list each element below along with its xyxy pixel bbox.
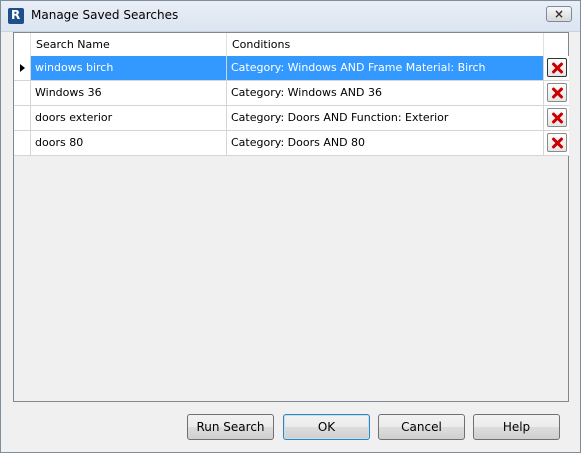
column-header-conditions[interactable]: Conditions	[227, 33, 544, 56]
delete-x-icon	[551, 137, 563, 149]
conditions-cell[interactable]: Category: Doors AND Function: Exterior	[227, 106, 544, 130]
help-button[interactable]: Help	[473, 414, 560, 440]
cancel-button[interactable]: Cancel	[378, 414, 465, 440]
delete-x-icon	[551, 87, 563, 99]
title-bar: Manage Saved Searches ×	[1, 1, 580, 32]
header-indicator-cell	[14, 33, 31, 56]
delete-x-icon	[551, 112, 563, 124]
window-title: Manage Saved Searches	[31, 8, 179, 22]
conditions-cell[interactable]: Category: Doors AND 80	[227, 131, 544, 155]
row-indicator	[14, 56, 31, 80]
manage-saved-searches-dialog: Manage Saved Searches × Search Name Cond…	[0, 0, 581, 453]
run-search-button[interactable]: Run Search	[187, 414, 274, 440]
search-name-cell[interactable]: doors exterior	[31, 106, 227, 130]
column-header-search-name[interactable]: Search Name	[31, 33, 227, 56]
ok-button[interactable]: OK	[283, 414, 370, 440]
search-name-cell[interactable]: windows birch	[31, 56, 227, 80]
row-pointer-icon	[20, 64, 25, 72]
delete-search-button[interactable]	[547, 58, 567, 77]
conditions-cell[interactable]: Category: Windows AND Frame Material: Bi…	[227, 56, 544, 80]
grid-header: Search Name Conditions	[14, 33, 568, 57]
delete-search-button[interactable]	[547, 108, 567, 127]
close-icon: ×	[553, 7, 565, 21]
table-row[interactable]: doors exterior Category: Doors AND Funct…	[14, 106, 569, 131]
delete-search-button[interactable]	[547, 83, 567, 102]
revit-logo-icon	[8, 8, 24, 24]
row-indicator	[14, 131, 31, 155]
delete-x-icon	[551, 62, 563, 74]
close-button[interactable]: ×	[546, 6, 572, 22]
table-row[interactable]: windows birch Category: Windows AND Fram…	[14, 56, 569, 81]
table-row[interactable]: doors 80 Category: Doors AND 80	[14, 131, 569, 156]
row-indicator	[14, 106, 31, 130]
search-name-cell[interactable]: Windows 36	[31, 81, 227, 105]
table-row[interactable]: Windows 36 Category: Windows AND 36	[14, 81, 569, 106]
search-name-cell[interactable]: doors 80	[31, 131, 227, 155]
saved-searches-grid: Search Name Conditions windows birch Cat…	[13, 32, 569, 402]
row-indicator	[14, 81, 31, 105]
conditions-cell[interactable]: Category: Windows AND 36	[227, 81, 544, 105]
delete-search-button[interactable]	[547, 133, 567, 152]
